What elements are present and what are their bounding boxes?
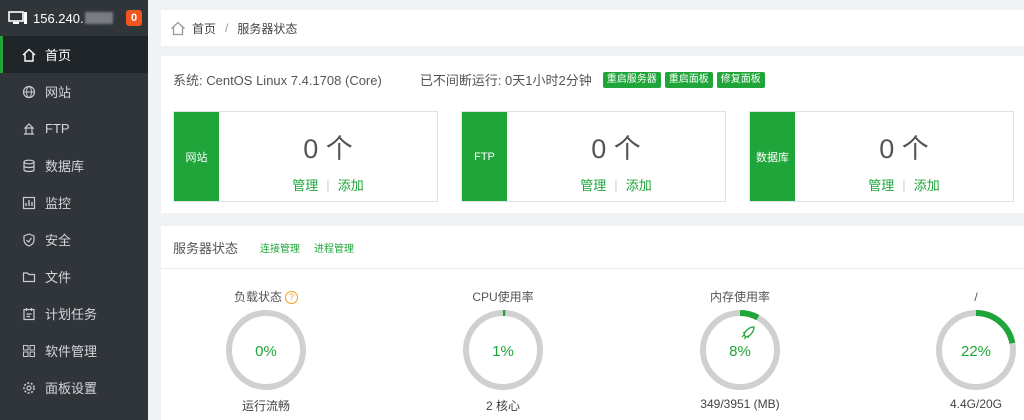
sidebar-item-label: 软件管理 xyxy=(45,344,98,359)
calendar-icon xyxy=(23,307,35,320)
load-gauge[interactable]: 负载状态? 0% 运行流畅 xyxy=(211,288,321,414)
sidebar-item-label: FTP xyxy=(45,121,70,136)
card-actions: 管理 | 添加 xyxy=(219,175,437,194)
sidebar-item-label: 网站 xyxy=(45,85,72,100)
gauge-subtitle: 2 核心 xyxy=(485,399,520,413)
gauge-subtitle: 运行流畅 xyxy=(241,399,290,413)
ip-redaction xyxy=(84,12,113,24)
server-status-panel: 服务器状态 连接管理 进程管理 负载状态? 0% 运行流畅 CPU使用率 1% … xyxy=(161,226,1024,420)
gauge-title: 负载状态 xyxy=(233,290,282,304)
sidebar-item-database[interactable]: 数据库 xyxy=(0,147,148,184)
apps-icon xyxy=(23,344,35,357)
sidebar-item-settings[interactable]: 面板设置 xyxy=(0,369,148,406)
disk-gauge[interactable]: / 22% 4.4G/20G xyxy=(921,288,1024,411)
connection-manage-link[interactable]: 连接管理 xyxy=(260,240,300,255)
divider: | xyxy=(614,178,618,193)
sidebar-item-label: 监控 xyxy=(45,196,72,211)
sidebar-item-software[interactable]: 软件管理 xyxy=(0,332,148,369)
website-card: 网站 0 个 管理 | 添加 xyxy=(173,111,438,202)
sidebar-item-label: 首页 xyxy=(45,48,72,63)
sidebar-item-label: 安全 xyxy=(45,233,72,248)
sidebar-item-files[interactable]: 文件 xyxy=(0,258,148,295)
sidebar-item-label: 文件 xyxy=(45,270,72,285)
card-label: FTP xyxy=(462,112,507,201)
sidebar-item-label: 面板设置 xyxy=(45,381,98,396)
breadcrumb: 首页 / 服务器状态 xyxy=(161,10,1024,46)
ftp-icon xyxy=(23,122,35,135)
card-count: 0 个 xyxy=(591,134,641,164)
gauge-value: 0% xyxy=(255,343,277,360)
server-header: 156.240. 0 xyxy=(0,0,148,36)
card-label: 数据库 xyxy=(750,112,795,201)
memory-gauge[interactable]: 内存使用率 8% 349/3951 (MB) xyxy=(685,288,795,411)
rocket-icon[interactable] xyxy=(740,325,756,341)
shield-icon xyxy=(23,232,35,247)
add-link[interactable]: 添加 xyxy=(338,178,364,193)
gauge-title: CPU使用率 xyxy=(472,290,534,304)
manage-link[interactable]: 管理 xyxy=(292,178,318,193)
ftp-card: FTP 0 个 管理 | 添加 xyxy=(461,111,726,202)
server-ip: 156.240. xyxy=(33,10,84,26)
sidebar-menu: 首页 网站 FTP 数据库 监控 安全 文件 计划任务 软件管理 面板设置 xyxy=(0,36,148,406)
message-badge[interactable]: 0 xyxy=(126,10,142,26)
monitor-icon xyxy=(8,11,27,24)
process-manage-link[interactable]: 进程管理 xyxy=(314,240,354,255)
overview-panel: 系统: CentOS Linux 7.4.1708 (Core) 已不间断运行:… xyxy=(161,56,1024,213)
manage-link[interactable]: 管理 xyxy=(580,178,606,193)
sidebar-item-security[interactable]: 安全 xyxy=(0,221,148,258)
restart-server-button[interactable]: 重启服务器 xyxy=(602,71,661,88)
divider: | xyxy=(326,178,330,193)
breadcrumb-separator: / xyxy=(225,21,229,35)
gauge-title: 内存使用率 xyxy=(709,290,770,304)
uptime-info: 已不间断运行: 0天1小时2分钟 xyxy=(419,73,592,88)
home-icon[interactable] xyxy=(170,21,186,36)
database-icon xyxy=(23,159,35,172)
sidebar-item-label: 计划任务 xyxy=(45,307,98,322)
os-info: 系统: CentOS Linux 7.4.1708 (Core) xyxy=(173,73,382,88)
sidebar-item-website[interactable]: 网站 xyxy=(0,73,148,110)
status-header: 服务器状态 连接管理 进程管理 xyxy=(161,226,1024,269)
sidebar-item-home[interactable]: 首页 xyxy=(0,36,148,73)
monitor-chart-icon xyxy=(22,196,36,209)
help-icon[interactable]: ? xyxy=(285,290,298,304)
restart-panel-button[interactable]: 重启面板 xyxy=(664,71,713,88)
globe-icon xyxy=(22,85,36,98)
settings-icon xyxy=(23,381,35,394)
gauge-subtitle: 4.4G/20G xyxy=(949,397,1003,411)
status-title: 服务器状态 xyxy=(173,240,239,256)
breadcrumb-current: 服务器状态 xyxy=(237,21,298,36)
breadcrumb-home[interactable]: 首页 xyxy=(192,20,216,37)
folder-icon xyxy=(22,271,36,282)
home-icon xyxy=(22,48,36,62)
card-actions: 管理 | 添加 xyxy=(507,175,725,194)
gauge-value: 22% xyxy=(960,343,992,360)
gauge-value: 1% xyxy=(492,343,514,360)
repair-panel-button[interactable]: 修复面板 xyxy=(716,71,765,88)
sidebar-item-ftp[interactable]: FTP xyxy=(0,110,148,147)
system-info: 系统: CentOS Linux 7.4.1708 (Core) 已不间断运行:… xyxy=(173,70,765,89)
divider: | xyxy=(902,178,906,193)
gauge-title: / xyxy=(974,290,978,304)
gauge-subtitle: 349/3951 (MB) xyxy=(700,397,780,411)
sidebar-item-monitor[interactable]: 监控 xyxy=(0,184,148,221)
manage-link[interactable]: 管理 xyxy=(868,178,894,193)
database-card: 数据库 0 个 管理 | 添加 xyxy=(749,111,1014,202)
card-count: 0 个 xyxy=(303,134,353,164)
add-link[interactable]: 添加 xyxy=(914,178,940,193)
gauge-value: 8% xyxy=(729,343,751,360)
card-actions: 管理 | 添加 xyxy=(795,175,1013,194)
sidebar-item-cron[interactable]: 计划任务 xyxy=(0,295,148,332)
cpu-gauge[interactable]: CPU使用率 1% 2 核心 xyxy=(448,288,558,414)
card-count: 0 个 xyxy=(879,134,929,164)
sidebar: 156.240. 0 首页 网站 FTP 数据库 监控 安全 文件 计划任务 软… xyxy=(0,0,148,420)
card-label: 网站 xyxy=(174,112,219,201)
add-link[interactable]: 添加 xyxy=(626,178,652,193)
sidebar-item-label: 数据库 xyxy=(45,159,85,174)
